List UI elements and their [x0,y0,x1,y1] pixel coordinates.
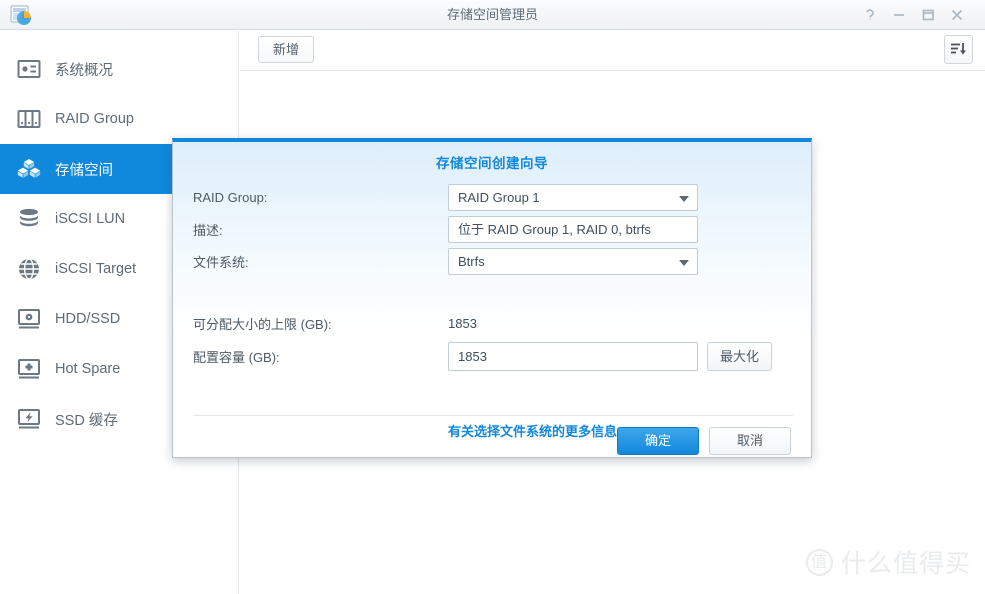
raid-group-row: RAID Group: RAID Group 1 [193,184,793,211]
allocate-row: 配置容量 (GB): 1853 最大化 [193,342,793,371]
sort-descending-icon[interactable] [944,35,973,64]
hot-spare-icon [16,356,42,382]
database-icon [16,206,42,232]
max-allocatable-value: 1853 [448,316,477,331]
max-allocatable-row: 可分配大小的上限 (GB): 1853 [193,314,793,333]
sidebar-item-raid-group[interactable]: RAID Group [0,94,238,144]
raid-group-value: RAID Group 1 [458,190,540,205]
description-value: 位于 RAID Group 1, RAID 0, btrfs [458,222,651,237]
description-input[interactable]: 位于 RAID Group 1, RAID 0, btrfs [448,216,698,243]
title-bar: 存储空间管理员 [0,0,985,30]
disk-icon [16,306,42,332]
sidebar-item-label: HDD/SSD [55,311,121,327]
maximize-capacity-button[interactable]: 最大化 [707,342,772,371]
chevron-down-icon [679,196,689,202]
raid-group-dropdown[interactable]: RAID Group 1 [448,184,698,211]
file-system-row: 文件系统: Btrfs [193,248,793,275]
app-window: 存储空间管理员 系统概况 RAID Group 存储空间 iSCSI LUN i… [0,0,985,594]
sidebar-item-label: RAID Group [55,111,134,127]
watermark: 值 什么值得买 [805,544,971,580]
sidebar-item-label: iSCSI Target [55,261,137,277]
file-system-info-link[interactable]: 有关选择文件系统的更多信息 [448,421,617,440]
add-button[interactable]: 新增 [258,36,314,63]
sidebar-item-label: Hot Spare [55,361,121,377]
overview-icon [16,56,42,82]
sidebar-item-label: 存储空间 [55,162,113,179]
description-row: 描述: 位于 RAID Group 1, RAID 0, btrfs [193,216,793,243]
max-allocatable-label: 可分配大小的上限 (GB): [193,317,332,332]
file-system-value: Btrfs [458,254,485,269]
sidebar-item-label: SSD 缓存 [55,412,118,429]
sidebar-item-overview[interactable]: 系统概况 [0,44,238,94]
sidebar-item-label: iSCSI LUN [55,211,126,227]
file-system-dropdown[interactable]: Btrfs [448,248,698,275]
create-storage-pool-dialog: 存储空间创建向导 RAID Group: RAID Group 1 描述: 位于… [172,138,812,458]
dialog-body: 存储空间创建向导 RAID Group: RAID Group 1 描述: 位于… [173,142,811,457]
chevron-down-icon [679,260,689,266]
maximize-icon[interactable] [919,6,937,24]
help-icon[interactable] [861,6,879,24]
dialog-separator [193,415,793,416]
description-label: 描述: [193,223,223,238]
raid-group-icon [16,106,42,132]
sidebar-item-label: 系统概况 [55,62,113,79]
cancel-button[interactable]: 取消 [709,427,791,455]
close-icon[interactable] [948,6,966,24]
ok-button[interactable]: 确定 [617,427,699,455]
ssd-cache-icon [16,406,42,432]
dialog-title: 存储空间创建向导 [436,156,548,171]
allocate-value: 1853 [458,349,487,364]
allocate-input[interactable]: 1853 [448,342,698,371]
raid-group-label: RAID Group: [193,190,268,205]
watermark-badge: 值 [805,548,833,576]
globe-icon [16,256,42,282]
dialog-actions: 确定 取消 [617,427,791,455]
storage-pool-icon [16,156,42,182]
page-title: 存储空间管理员 [446,7,538,22]
watermark-text: 什么值得买 [840,550,971,578]
toolbar: 新增 [240,31,985,71]
allocate-label: 配置容量 (GB): [193,350,280,365]
minimize-icon[interactable] [890,6,908,24]
file-system-label: 文件系统: [193,255,249,270]
